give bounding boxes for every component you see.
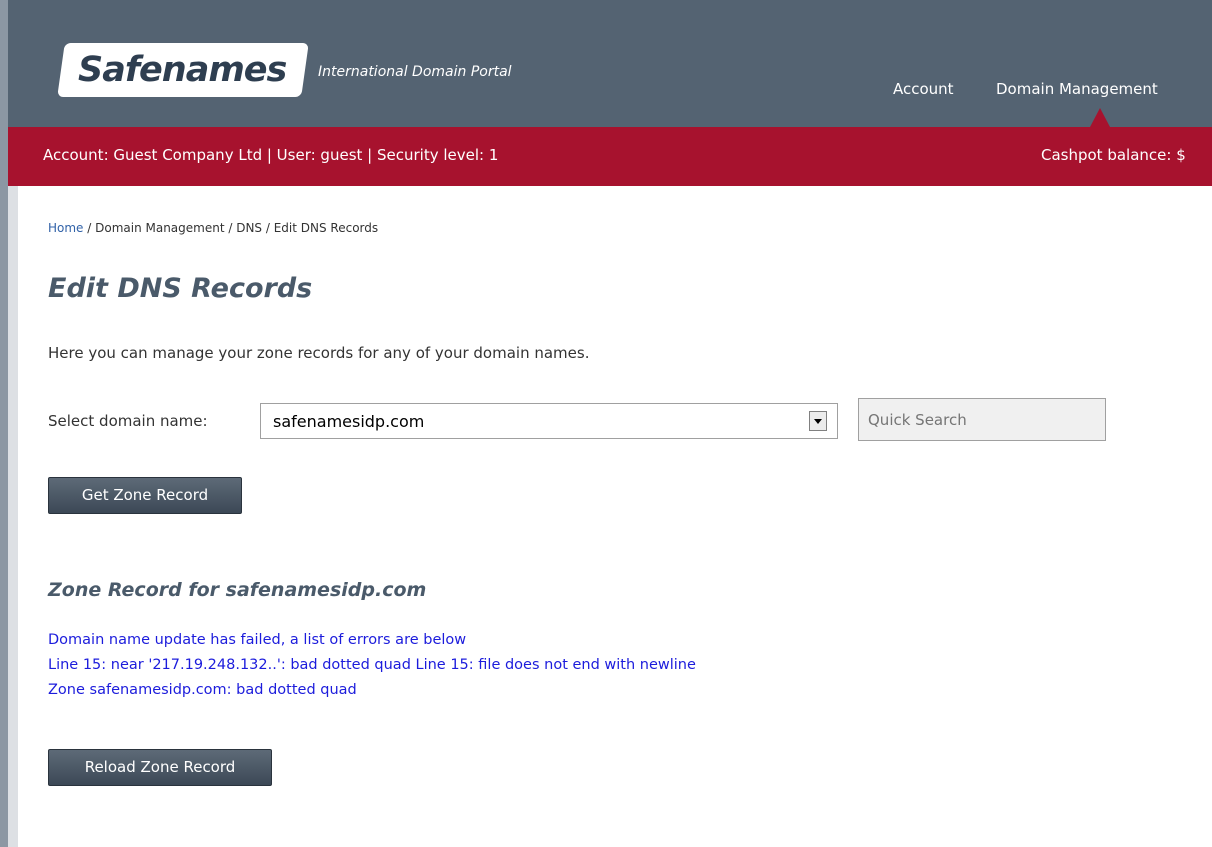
error-messages: Domain name update has failed, a list of…: [48, 628, 696, 703]
chevron-down-icon[interactable]: [809, 411, 827, 431]
logo[interactable]: Safenames: [78, 48, 287, 92]
get-zone-record-button[interactable]: Get Zone Record: [48, 477, 242, 514]
page-title: Edit DNS Records: [48, 273, 313, 304]
nav-domain-management[interactable]: Domain Management: [996, 80, 1158, 98]
nav-account[interactable]: Account: [893, 80, 954, 98]
breadcrumb: Home / Domain Management / DNS / Edit DN…: [48, 221, 378, 235]
tagline: International Domain Portal: [318, 64, 512, 80]
error-line: Line 15: near '217.19.248.132..': bad do…: [48, 657, 696, 673]
left-border: [0, 0, 8, 847]
cashpot-balance: Cashpot balance: $: [1041, 146, 1186, 164]
domain-select-value: safenamesidp.com: [273, 412, 425, 431]
select-domain-label: Select domain name:: [48, 412, 208, 430]
active-nav-pointer: [1090, 108, 1110, 127]
left-inner-border: [8, 186, 18, 847]
quick-search-input[interactable]: [858, 398, 1106, 441]
reload-zone-record-button[interactable]: Reload Zone Record: [48, 749, 272, 786]
account-info: Account: Guest Company Ltd | User: guest…: [43, 146, 499, 164]
breadcrumb-home-link[interactable]: Home: [48, 221, 83, 235]
breadcrumb-trail: / Domain Management / DNS / Edit DNS Rec…: [83, 221, 379, 235]
error-line: Domain name update has failed, a list of…: [48, 632, 467, 648]
error-line: Zone safenamesidp.com: bad dotted quad: [48, 682, 357, 698]
domain-select[interactable]: safenamesidp.com: [260, 403, 838, 439]
zone-record-heading: Zone Record for safenamesidp.com: [48, 579, 427, 601]
app-frame: Safenames International Domain Portal Ac…: [0, 0, 1212, 847]
intro-text: Here you can manage your zone records fo…: [48, 344, 590, 362]
